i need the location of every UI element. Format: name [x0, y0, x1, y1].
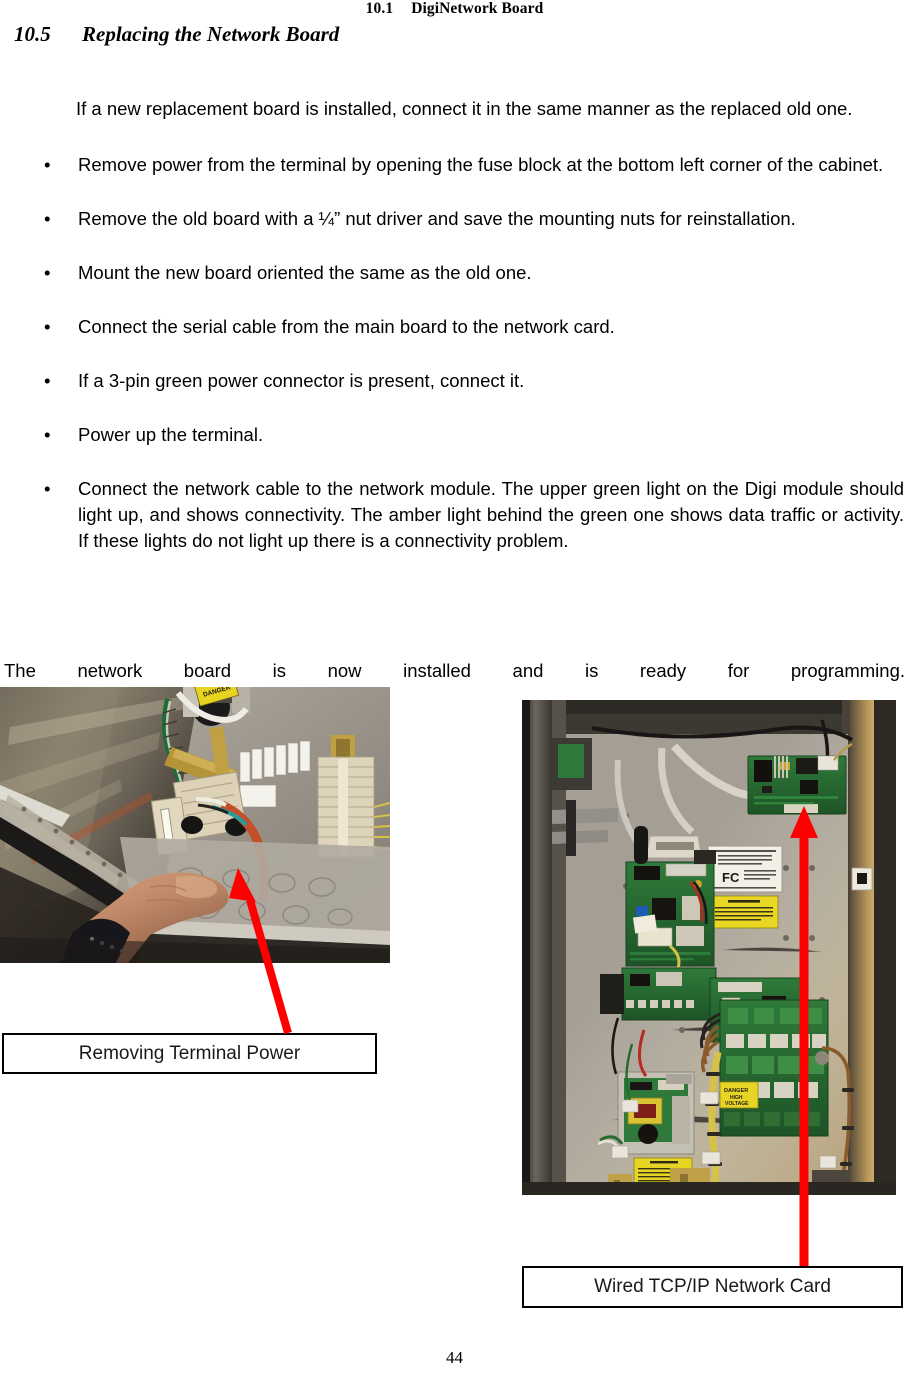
caption-text: Wired TCP/IP Network Card — [594, 1276, 831, 1297]
list-item: • Remove power from the terminal by open… — [0, 152, 909, 178]
page-number: 44 — [446, 1348, 463, 1367]
instruction-list: • Remove power from the terminal by open… — [0, 152, 909, 580]
list-item: • Connect the network cable to the netwo… — [0, 476, 909, 554]
figure-removing-terminal-power-image: DANGER — [0, 687, 390, 963]
list-item-text: Power up the terminal. — [78, 424, 264, 445]
bullet-icon: • — [44, 262, 51, 283]
figure-wired-tcpip-network-card-image: FC DANGER HIGH VOLTAGE — [522, 700, 896, 1195]
figure-caption-removing-terminal-power: Removing Terminal Power — [2, 1033, 377, 1074]
relay-board — [699, 999, 829, 1137]
fcc-label: FC — [707, 845, 783, 893]
list-item-text: Remove the old board with a ¼” nut drive… — [78, 208, 796, 229]
section-title: 10.5 Replacing the Network Board — [14, 22, 339, 47]
list-item-text: Mount the new board oriented the same as… — [78, 262, 532, 283]
network-jack — [851, 867, 873, 891]
svg-text:VOLTAGE: VOLTAGE — [725, 1101, 749, 1107]
bullet-icon: • — [44, 316, 51, 337]
list-item: • Connect the serial cable from the main… — [0, 314, 909, 340]
list-item-text: Remove power from the terminal by openin… — [78, 154, 884, 175]
bullet-icon: • — [44, 208, 51, 229]
list-item-text: Connect the serial cable from the main b… — [78, 316, 615, 337]
warning-label-upper — [709, 895, 779, 929]
power-supply — [617, 1071, 695, 1155]
list-item: • Power up the terminal. — [0, 422, 909, 448]
list-item-text: If a 3-pin green power connector is pres… — [78, 370, 525, 391]
running-header-number: 10.1 — [365, 0, 394, 17]
svg-text:FC: FC — [722, 870, 740, 885]
list-item: • If a 3-pin green power connector is pr… — [0, 368, 909, 394]
section-number: 10.5 — [14, 22, 51, 46]
intro-paragraph: If a new replacement board is installed,… — [76, 97, 853, 119]
figure-caption-wired-tcpip-network-card: Wired TCP/IP Network Card — [522, 1266, 903, 1308]
figure-wired-tcpip-network-card: FC DANGER HIGH VOLTAGE — [522, 700, 896, 1195]
running-header-title: DigiNetwork Board — [411, 0, 544, 17]
list-item: • Remove the old board with a ¼” nut dri… — [0, 206, 909, 232]
figure-removing-terminal-power: DANGER — [0, 687, 390, 963]
caption-text: Removing Terminal Power — [78, 1042, 301, 1064]
list-item-text: Connect the network cable to the network… — [78, 478, 904, 551]
bullet-icon: • — [44, 424, 51, 445]
bullet-icon: • — [44, 370, 51, 391]
section-title-text: Replacing the Network Board — [82, 22, 340, 46]
bullet-icon: • — [44, 478, 51, 499]
danger-high-voltage-label: DANGER HIGH VOLTAGE — [719, 1081, 759, 1109]
bullet-icon: • — [44, 154, 51, 175]
svg-text:DANGER: DANGER — [724, 1088, 748, 1094]
list-item: • Mount the new board oriented the same … — [0, 260, 909, 286]
running-header: 10.1 DigiNetwork Board — [0, 0, 909, 18]
